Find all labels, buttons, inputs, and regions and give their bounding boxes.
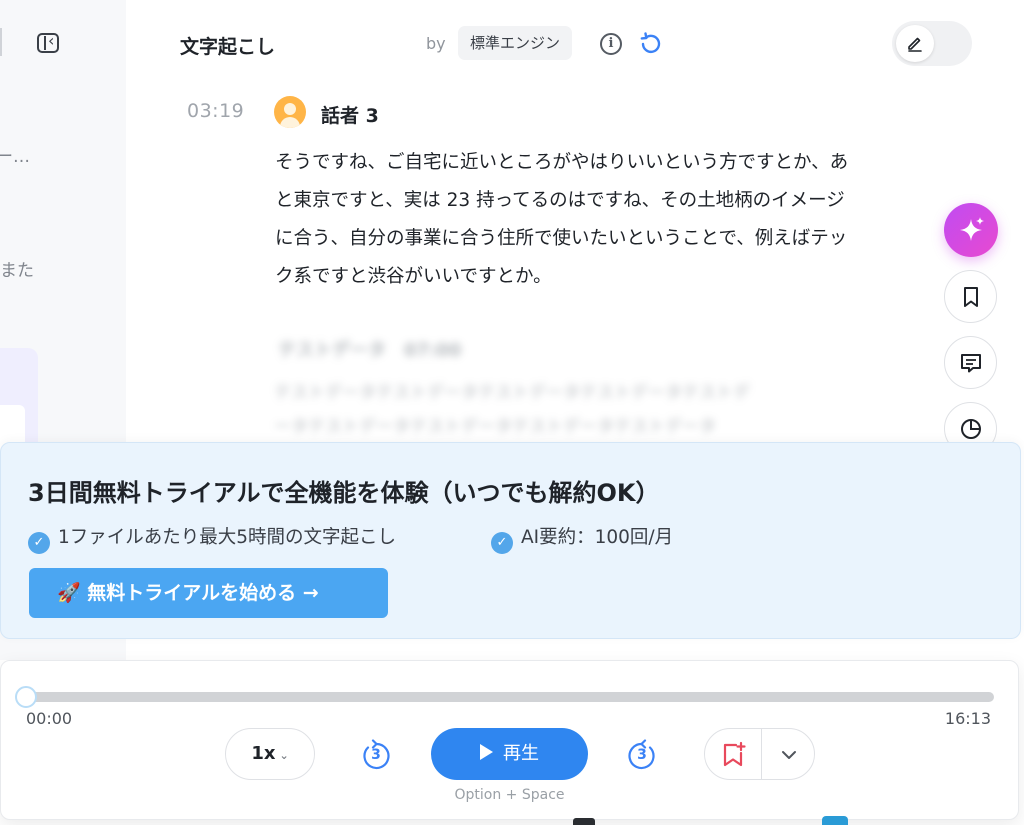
blurred-heading: テストデータ 07:00	[278, 340, 462, 361]
skip-back-button[interactable]: 3	[359, 739, 393, 773]
play-icon	[480, 744, 493, 760]
trial-feature: ✓ 1ファイルあたり最大5時間の文字起こし	[28, 523, 396, 554]
bookmark-options-button[interactable]	[777, 744, 801, 770]
duration: 16:13	[944, 709, 991, 728]
play-shortcut-hint: Option + Space	[454, 787, 565, 803]
header: 文字起こし by 標準エンジン i	[126, 0, 1024, 88]
check-icon: ✓	[28, 532, 50, 554]
engine-badge[interactable]: 標準エンジン	[458, 26, 573, 60]
speed-label: 1x	[251, 743, 276, 764]
trial-feature: ✓ AI要約：100回/月	[491, 523, 673, 554]
sidebar-edge	[0, 28, 2, 56]
chevron-down-icon: ⌄	[279, 749, 289, 762]
segment-timestamp[interactable]: 03:19	[187, 100, 244, 122]
add-bookmark-button[interactable]	[719, 741, 747, 773]
speaker-avatar	[274, 96, 306, 128]
progress-handle[interactable]	[15, 686, 37, 708]
check-icon: ✓	[491, 532, 513, 554]
play-label: 再生	[503, 743, 539, 764]
speaker-name[interactable]: 話者 3	[321, 101, 379, 128]
trial-banner: 3日間無料トライアルで全機能を体験（いつでも解約OK） ✓ 1ファイルあたり最大5…	[0, 442, 1021, 639]
info-icon[interactable]: i	[600, 33, 622, 55]
bookmark-group	[704, 728, 815, 780]
audio-player: 00:00 16:13 1x ⌄ 3 再生 Option + Space 3	[0, 660, 1019, 820]
dock-app-icon[interactable]	[822, 816, 848, 825]
avatar-body	[280, 117, 300, 128]
page-title: 文字起こし	[180, 36, 276, 58]
ai-sparkle-button[interactable]	[944, 203, 998, 257]
pencil-icon	[908, 37, 922, 52]
edit-mode-toggle[interactable]	[892, 21, 972, 66]
divider	[761, 729, 762, 779]
bookmark-button[interactable]	[944, 270, 997, 323]
blurred-line: ータテストデータテストデータテストデータテストデータ	[274, 417, 716, 437]
trial-feature-label: AI要約：100回/月	[521, 527, 674, 548]
dock-app-icon[interactable]	[573, 818, 595, 825]
pie-chart-icon	[961, 419, 981, 439]
avatar-head	[284, 103, 296, 115]
segment-text[interactable]: そうですね、ご自宅に近いところがやはりいいという方ですとか、あと東京ですと、実は…	[275, 144, 863, 296]
trial-title: 3日間無料トライアルで全機能を体験（いつでも解約OK）	[28, 479, 660, 507]
playback-speed-button[interactable]: 1x ⌄	[225, 728, 315, 780]
trial-feature-label: 1ファイルあたり最大5時間の文字起こし	[58, 527, 397, 548]
skip-forward-button[interactable]: 3	[625, 739, 659, 773]
sparkle-icon	[960, 217, 984, 241]
refresh-icon[interactable]	[638, 31, 664, 57]
comment-button[interactable]	[944, 336, 997, 389]
sidebar-toggle-icon[interactable]	[37, 31, 59, 53]
skip-back-seconds: 3	[371, 747, 381, 763]
play-button[interactable]: 再生	[431, 728, 588, 780]
current-time: 00:00	[26, 709, 73, 728]
start-trial-button[interactable]: 🚀 無料トライアルを始める →	[29, 568, 388, 618]
progress-bar[interactable]	[26, 692, 994, 702]
sidebar-snippet: また	[0, 261, 34, 281]
skip-forward-seconds: 3	[637, 747, 647, 763]
sidebar-snippet: ー…	[0, 147, 30, 167]
comment-icon	[961, 354, 981, 373]
by-label: by	[426, 34, 446, 53]
bookmark-add-icon	[723, 741, 746, 767]
chevron-down-icon	[782, 751, 796, 759]
blurred-segment: テストデータ 07:00 テストデータテストデータテストデータテストデータテスト…	[274, 336, 874, 444]
bookmark-icon	[964, 287, 978, 307]
edit-toggle-knob	[896, 25, 934, 62]
blurred-line: テストデータテストデータテストデータテストデータテストデ	[274, 383, 750, 403]
